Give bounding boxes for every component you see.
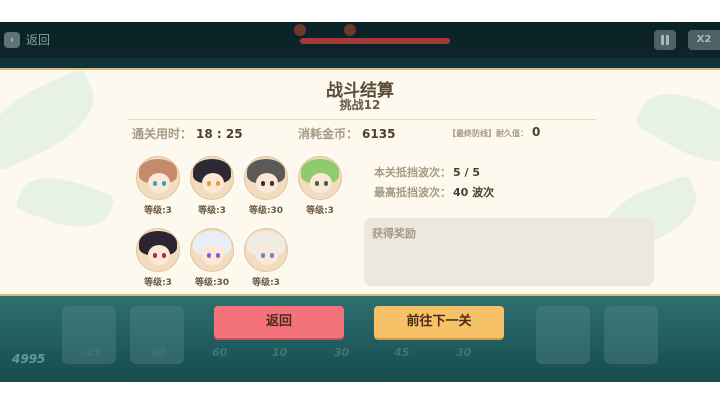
hero-eye xyxy=(261,181,265,186)
back-button[interactable]: 返回 xyxy=(214,306,344,338)
best-waves-stat: 最高抵挡波次： 40 波次 xyxy=(374,184,494,200)
hero-avatar xyxy=(136,228,180,272)
reward-box: 获得奖励 xyxy=(364,218,654,286)
reward-title: 获得奖励 xyxy=(372,227,416,240)
hero-avatar xyxy=(298,156,342,200)
tower-slot xyxy=(604,306,658,364)
hero-eye xyxy=(261,253,265,258)
defense-stat: 【最终防线】耐久值： 0 xyxy=(448,125,540,139)
best-waves-value: 40 波次 xyxy=(453,186,495,199)
hero-eye xyxy=(153,181,157,186)
slot-cost: 10 xyxy=(272,346,288,359)
hero-card[interactable]: 等级:3 xyxy=(134,156,182,216)
hero-avatar xyxy=(244,228,288,272)
hero-avatar xyxy=(190,156,234,200)
hero-eye xyxy=(324,181,328,186)
gold-total: 4995 xyxy=(12,352,46,366)
hero-face xyxy=(202,245,224,265)
slot-cost: 30 xyxy=(334,346,350,359)
waves-blocked-label: 本关抵挡波次： xyxy=(374,166,451,179)
hero-avatar xyxy=(244,156,288,200)
hero-level: 等级:3 xyxy=(198,206,226,216)
hero-eye xyxy=(162,181,166,186)
hero-avatar xyxy=(190,228,234,272)
result-subtitle: 挑战12 xyxy=(339,98,381,112)
hero-eye xyxy=(315,181,319,186)
hero-level: 等级:3 xyxy=(252,278,280,288)
leaf-decoration xyxy=(15,165,115,240)
hero-face xyxy=(202,173,224,193)
slot-cost: 60 xyxy=(212,346,228,359)
hero-card[interactable]: 等级:3 xyxy=(188,156,236,216)
hero-eye xyxy=(216,181,220,186)
hero-eye xyxy=(216,253,220,258)
wave-progress-bar xyxy=(300,38,450,44)
hero-level: 等级:30 xyxy=(248,206,284,216)
hero-level: 等级:3 xyxy=(144,278,172,288)
hero-eye xyxy=(270,181,274,186)
defense-label: 【最终防线】耐久值： xyxy=(448,129,528,138)
hero-level: 等级:3 xyxy=(144,206,172,216)
waves-blocked-stat: 本关抵挡波次： 5 / 5 xyxy=(374,164,480,180)
waves-blocked-value: 5 / 5 xyxy=(453,166,480,179)
gold-spent-label: 消耗金币： xyxy=(298,127,359,141)
hero-avatar xyxy=(136,156,180,200)
hero-level: 等级:3 xyxy=(306,206,334,216)
hero-face xyxy=(256,173,278,193)
pause-button[interactable] xyxy=(654,30,676,50)
hero-card[interactable]: 等级:3 xyxy=(242,228,290,288)
enemy-marker-icon xyxy=(294,24,306,36)
slot-cost: 45 xyxy=(394,346,410,359)
hero-eye xyxy=(153,253,157,258)
clear-time-stat: 通关用时： 18 : 25 xyxy=(132,125,243,142)
hero-level: 等级:30 xyxy=(194,278,230,288)
hero-eye xyxy=(162,253,166,258)
game-screen: ‹ 返回 X2 4995 25 90 60 10 30 45 30 战斗结算 挑… xyxy=(0,0,720,404)
hero-face xyxy=(310,173,332,193)
gold-spent-stat: 消耗金币： 6135 xyxy=(298,125,395,142)
clear-time-value: 18 : 25 xyxy=(196,127,243,141)
hero-eye xyxy=(270,253,274,258)
slot-cost: 25 xyxy=(86,346,102,359)
hero-card[interactable]: 等级:3 xyxy=(134,228,182,288)
hero-face xyxy=(256,245,278,265)
top-back-label: 返回 xyxy=(26,33,51,47)
best-waves-label: 最高抵挡波次： xyxy=(374,186,451,199)
hero-card[interactable]: 等级:3 xyxy=(296,156,344,216)
defense-value: 0 xyxy=(532,125,541,139)
chevron-left-icon: ‹ xyxy=(4,31,20,48)
top-back-button[interactable]: ‹ 返回 xyxy=(4,31,50,48)
slot-cost: 90 xyxy=(150,346,166,359)
speed-button[interactable]: X2 xyxy=(688,30,720,50)
hero-card[interactable]: 等级:30 xyxy=(242,156,290,216)
clear-time-label: 通关用时： xyxy=(132,127,193,141)
hero-face xyxy=(148,173,170,193)
divider xyxy=(128,119,596,120)
slot-cost: 30 xyxy=(456,346,472,359)
hero-face xyxy=(148,245,170,265)
hero-card[interactable]: 等级:30 xyxy=(188,228,236,288)
battle-result-panel: 战斗结算 挑战12 通关用时： 18 : 25 消耗金币： 6135 【最终防线】耐… xyxy=(0,67,720,296)
tower-slot xyxy=(536,306,590,364)
gold-spent-value: 6135 xyxy=(362,127,396,141)
next-level-button[interactable]: 前往下一关 xyxy=(374,306,504,338)
hero-eye xyxy=(207,253,211,258)
enemy-marker-icon xyxy=(344,24,356,36)
hero-eye xyxy=(207,181,211,186)
